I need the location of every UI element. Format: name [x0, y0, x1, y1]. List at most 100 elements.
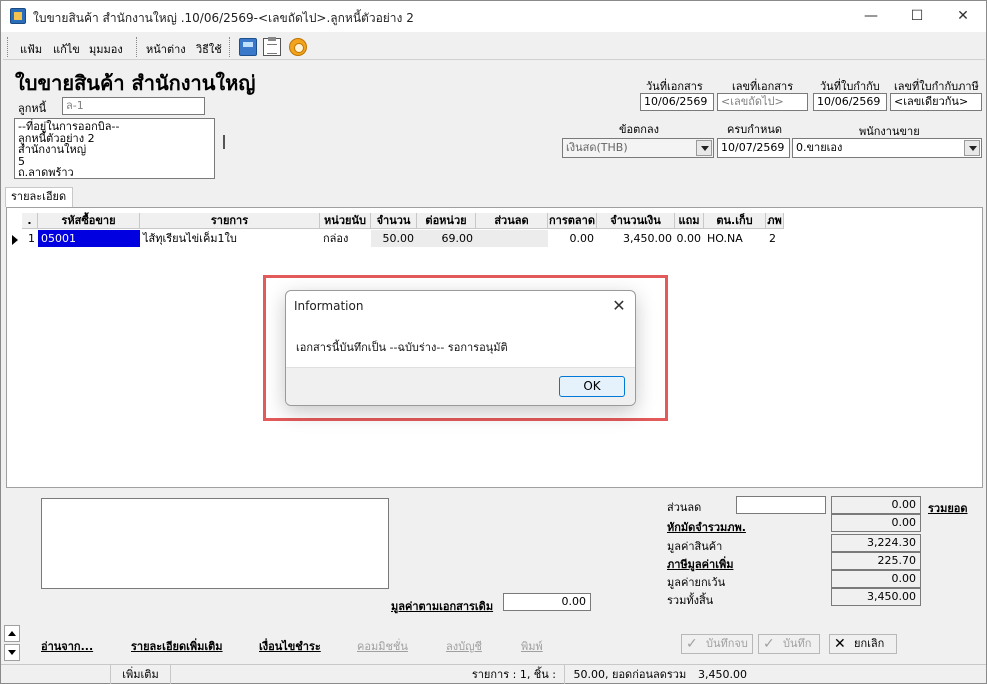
discount-label: ส่วนลด — [667, 501, 702, 514]
due-date-field[interactable]: 10/07/2569 — [717, 138, 790, 158]
remarks-textarea[interactable] — [41, 498, 389, 589]
salesman-select[interactable]: 0.ขายเอง — [792, 138, 982, 158]
cell-store[interactable]: HO.NA — [704, 230, 766, 247]
ref-value-link[interactable]: มูลค่าตามเอกสารเดิม — [391, 597, 493, 615]
maximize-button[interactable]: ☐ — [894, 1, 940, 32]
debtor-field[interactable]: ล-1 — [62, 97, 205, 115]
print-link[interactable]: พิมพ์ — [521, 637, 543, 655]
terms-select[interactable]: เงินสด(THB) — [562, 138, 714, 158]
post-ledger-link[interactable]: ลงบัญชี — [446, 637, 482, 655]
status-cell — [1, 665, 111, 684]
doc-no-field[interactable]: <เลขถัดไป> — [717, 93, 808, 111]
status-before-discount: 3,450.00 — [698, 668, 747, 681]
calculator-icon[interactable] — [239, 38, 257, 56]
col-header-item: รายการ — [140, 213, 320, 229]
exempt-value: 0.00 — [831, 570, 921, 588]
cancel-button[interactable]: ✕ ยกเลิก — [829, 634, 897, 654]
status-pieces: 50.00 — [573, 668, 606, 681]
col-header-marketing: การตลาด — [548, 213, 597, 229]
cancel-label: ยกเลิก — [854, 637, 885, 650]
col-header-code: รหัสซื้อขาย — [38, 213, 140, 229]
cell-vat[interactable]: 2 — [766, 230, 784, 247]
col-header-vat: ภพ — [766, 213, 784, 229]
address-line: ถ.ลาดพร้าว — [18, 166, 74, 179]
cell-amount[interactable]: 3,450.00 — [597, 230, 675, 247]
read-from-link[interactable]: อ่านจาก... — [41, 637, 93, 655]
toolbar-grip — [7, 37, 10, 57]
withholding-link[interactable]: หักมัดจำรวมภพ. — [667, 518, 746, 536]
goods-value-label: มูลค่าสินค้า — [667, 540, 723, 553]
cell-qty[interactable]: 50.00 — [371, 230, 417, 247]
cell-item[interactable]: ไส้ทุเรียนไข่เค็ม1ใบ — [140, 230, 320, 247]
commission-link[interactable]: คอมมิชชั่น — [357, 637, 408, 655]
menu-window[interactable]: หน้าต่าง — [146, 40, 186, 58]
cell-free[interactable]: 0.00 — [675, 230, 704, 247]
close-window-button[interactable]: ✕ — [940, 1, 986, 32]
save-button[interactable]: ✓ บันทึก — [758, 634, 820, 654]
discount-input[interactable] — [736, 496, 826, 514]
total-link[interactable]: รวมยอด — [928, 499, 968, 517]
save-close-button[interactable]: ✓ บันทึกจบ — [681, 634, 753, 654]
terms-label: ข้อตกลง — [619, 123, 660, 136]
document-heading: ใบขายสินค้า สำนักงานใหญ่ — [15, 71, 256, 95]
col-header-free: แถม — [675, 213, 704, 229]
menu-help[interactable]: วิธีใช้ — [196, 40, 222, 58]
cell-unit[interactable]: กล่อง — [320, 230, 371, 247]
vat-link[interactable]: ภาษีมูลค่าเพิ่ม — [667, 555, 733, 573]
more-detail-link[interactable]: รายละเอียดเพิ่มเติม — [131, 637, 223, 655]
col-header-amount: จำนวนเงิน — [597, 213, 675, 229]
ref-value-field[interactable]: 0.00 — [503, 593, 591, 611]
chevron-down-icon[interactable] — [964, 140, 980, 156]
col-header-qty: จำนวน — [371, 213, 417, 229]
scroll-down-icon[interactable] — [4, 644, 20, 661]
due-label: ครบกำหนด — [727, 123, 782, 136]
withholding-value: 0.00 — [831, 514, 921, 532]
terms-value: เงินสด(THB) — [566, 141, 628, 154]
tax-date-field[interactable]: 10/06/2569 — [813, 93, 887, 111]
menu-file[interactable]: แฟ้ม — [20, 40, 42, 58]
exempt-label: มูลค่ายกเว้น — [667, 576, 726, 589]
menu-toolbar: แฟ้ม แก้ไข มุมมอง หน้าต่าง วิธีใช้ — [3, 34, 985, 60]
cell-index[interactable]: 1 — [22, 230, 38, 247]
dialog-close-icon[interactable]: ✕ — [608, 295, 630, 317]
check-icon: ✓ — [686, 636, 698, 652]
menu-edit[interactable]: แก้ไข — [53, 40, 80, 58]
chevron-down-icon[interactable] — [696, 140, 712, 156]
clipboard-icon[interactable] — [263, 37, 281, 56]
close-icon: ✕ — [834, 636, 846, 652]
col-header-price: ต่อหน่วย — [417, 213, 476, 229]
toolbar-grip — [136, 37, 139, 57]
grand-total-value: 3,450.00 — [831, 588, 921, 606]
information-dialog: Information ✕ เอกสารนี้บันทึกเป็น --ฉบับ… — [285, 290, 636, 406]
save-close-label: บันทึกจบ — [706, 637, 748, 650]
col-header-index: . — [22, 213, 38, 229]
cell-code[interactable]: 05001 — [38, 230, 140, 247]
help-icon[interactable] — [289, 38, 307, 56]
ok-button[interactable]: OK — [559, 376, 625, 397]
cell-discount[interactable] — [476, 230, 548, 247]
save-label: บันทึก — [783, 637, 812, 650]
goods-value: 3,224.30 — [831, 534, 921, 552]
status-before-discount-label: , ยอดก่อนลดรวม : — [605, 668, 687, 681]
col-header-unit: หน่วยนับ — [320, 213, 371, 229]
window-title: ใบขายสินค้า สำนักงานใหญ่ .10/06/2569-<เล… — [33, 11, 414, 25]
cell-marketing[interactable]: 0.00 — [548, 230, 597, 247]
tab-detail[interactable]: รายละเอียด — [5, 187, 73, 207]
billing-address-box[interactable]: --ที่อยู่ในการออกบิล-- ลูกหนี้ตัวอย่าง 2… — [14, 118, 215, 179]
payment-terms-link[interactable]: เงื่อนไขชำระ — [259, 637, 321, 655]
text-cursor — [223, 135, 225, 149]
salesman-value: 0.ขายเอง — [796, 141, 843, 154]
tax-no-field[interactable]: <เลขเดียวกัน> — [890, 93, 982, 111]
dialog-footer: OK — [286, 367, 635, 405]
col-header-store: ตน.เก็บ — [704, 213, 766, 229]
status-summary: รายการ : 1, ชิ้น : — [171, 665, 565, 684]
minimize-button[interactable]: — — [848, 1, 894, 32]
scroll-up-icon[interactable] — [4, 625, 20, 642]
grand-total-label: รวมทั้งสิ้น — [667, 594, 714, 607]
address-line: สำนักงานใหญ่ — [18, 143, 87, 156]
doc-date-field[interactable]: 10/06/2569 — [640, 93, 714, 111]
menu-view[interactable]: มุมมอง — [89, 40, 123, 58]
cell-price[interactable]: 69.00 — [417, 230, 476, 247]
status-add: เพิ่มเติม — [111, 665, 171, 684]
check-icon: ✓ — [763, 636, 775, 652]
